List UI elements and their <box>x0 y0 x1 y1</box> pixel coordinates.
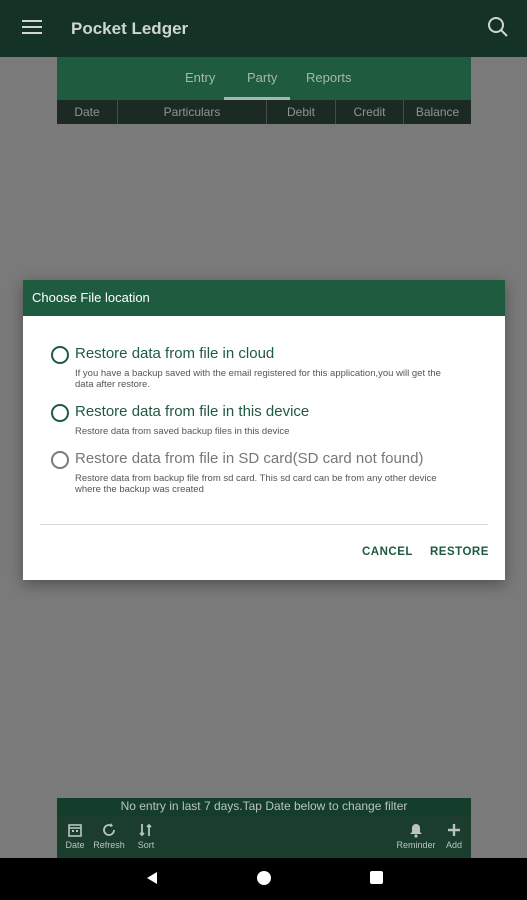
tab-reports[interactable]: Reports <box>306 70 352 85</box>
cancel-button[interactable]: CANCEL <box>362 546 413 558</box>
tab-bar: Entry Party Reports <box>57 57 471 100</box>
plus-icon <box>448 824 460 836</box>
choose-file-location-dialog: Choose File location Restore data from f… <box>23 280 505 580</box>
dialog-title: Choose File location <box>23 280 505 316</box>
recent-apps-icon[interactable] <box>370 871 383 884</box>
refresh-button[interactable]: Refresh <box>91 822 127 850</box>
table-header: Date Particulars Debit Credit Balance <box>57 100 471 124</box>
app-title: Pocket Ledger <box>71 19 189 38</box>
filter-message: No entry in last 7 days.Tap Date below t… <box>57 798 471 816</box>
system-nav-bar <box>0 858 527 900</box>
bell-icon <box>410 824 422 838</box>
option-cloud-label: Restore data from file in cloud <box>75 345 275 362</box>
radio-cloud[interactable] <box>51 346 69 364</box>
add-label: Add <box>445 840 462 850</box>
column-credit: Credit <box>336 100 404 124</box>
tab-party[interactable]: Party <box>247 70 277 85</box>
refresh-label: Refresh <box>93 840 125 850</box>
column-particulars: Particulars <box>118 100 267 124</box>
column-date: Date <box>57 100 118 124</box>
column-debit: Debit <box>267 100 336 124</box>
add-button[interactable]: Add <box>436 822 472 850</box>
menu-icon[interactable] <box>22 20 42 36</box>
option-sdcard-label: Restore data from file in SD card(SD car… <box>75 450 424 467</box>
option-device-label: Restore data from file in this device <box>75 403 310 420</box>
search-icon[interactable] <box>485 14 511 40</box>
back-icon[interactable] <box>145 871 159 885</box>
app-bar: Pocket Ledger <box>0 0 527 57</box>
radio-sdcard <box>51 451 69 469</box>
home-icon[interactable] <box>257 871 271 885</box>
option-cloud-description: If you have a backup saved with the emai… <box>75 368 441 390</box>
date-button[interactable]: Date <box>57 822 93 850</box>
option-device-description: Restore data from saved backup files in … <box>75 426 290 437</box>
calendar-icon <box>68 824 82 837</box>
sort-label: Sort <box>137 840 155 850</box>
tab-entry[interactable]: Entry <box>185 70 215 85</box>
sort-icon <box>139 823 152 837</box>
column-balance: Balance <box>415 105 460 119</box>
dialog-divider <box>40 524 488 525</box>
reminder-button[interactable]: Reminder <box>396 822 436 850</box>
bottom-toolbar: Date Refresh Sort Reminder Add <box>57 816 471 858</box>
date-label: Date <box>65 840 85 850</box>
reminder-label: Reminder <box>396 840 436 850</box>
radio-device[interactable] <box>51 404 69 422</box>
refresh-icon <box>103 823 115 836</box>
sort-button[interactable]: Sort <box>128 822 164 850</box>
restore-button[interactable]: RESTORE <box>430 546 489 558</box>
option-sdcard-description: Restore data from backup file from sd ca… <box>75 473 437 495</box>
